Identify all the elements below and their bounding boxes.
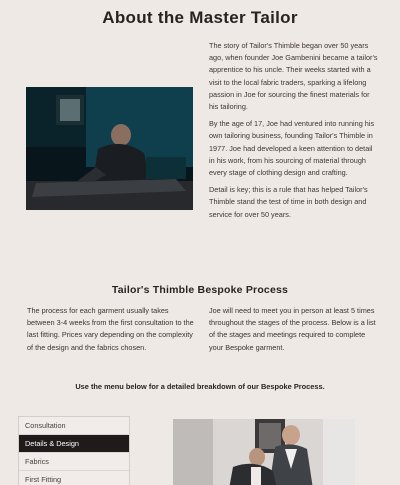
fitting-photo xyxy=(173,419,355,485)
story-text: The story of Tailor's Thimble began over… xyxy=(209,40,379,226)
process-heading: Tailor's Thimble Bespoke Process xyxy=(111,284,289,296)
process-meetings-text: Joe will need to meet you in person at l… xyxy=(209,306,376,352)
menu-item-first-fitting[interactable]: First Fitting xyxy=(19,471,129,485)
menu-item-fabrics[interactable]: Fabrics xyxy=(19,453,129,471)
process-intro-text: The process for each garment usually tak… xyxy=(27,306,194,352)
menu-item-details-design[interactable]: Details & Design xyxy=(19,435,129,453)
story-paragraph-2: By the age of 17, Joe had ventured into … xyxy=(209,119,375,178)
bespoke-process-menu: Consultation Details & Design Fabrics Fi… xyxy=(18,416,130,485)
tailor-workshop-photo xyxy=(26,87,193,210)
menu-hint: Use the menu below for a detailed breakd… xyxy=(75,382,325,391)
menu-item-consultation[interactable]: Consultation xyxy=(19,417,129,435)
story-paragraph-3: Detail is key; this is a rule that has h… xyxy=(209,185,368,219)
story-paragraph-1: The story of Tailor's Thimble began over… xyxy=(209,41,378,112)
page-title: About the Master Tailor xyxy=(102,8,298,27)
